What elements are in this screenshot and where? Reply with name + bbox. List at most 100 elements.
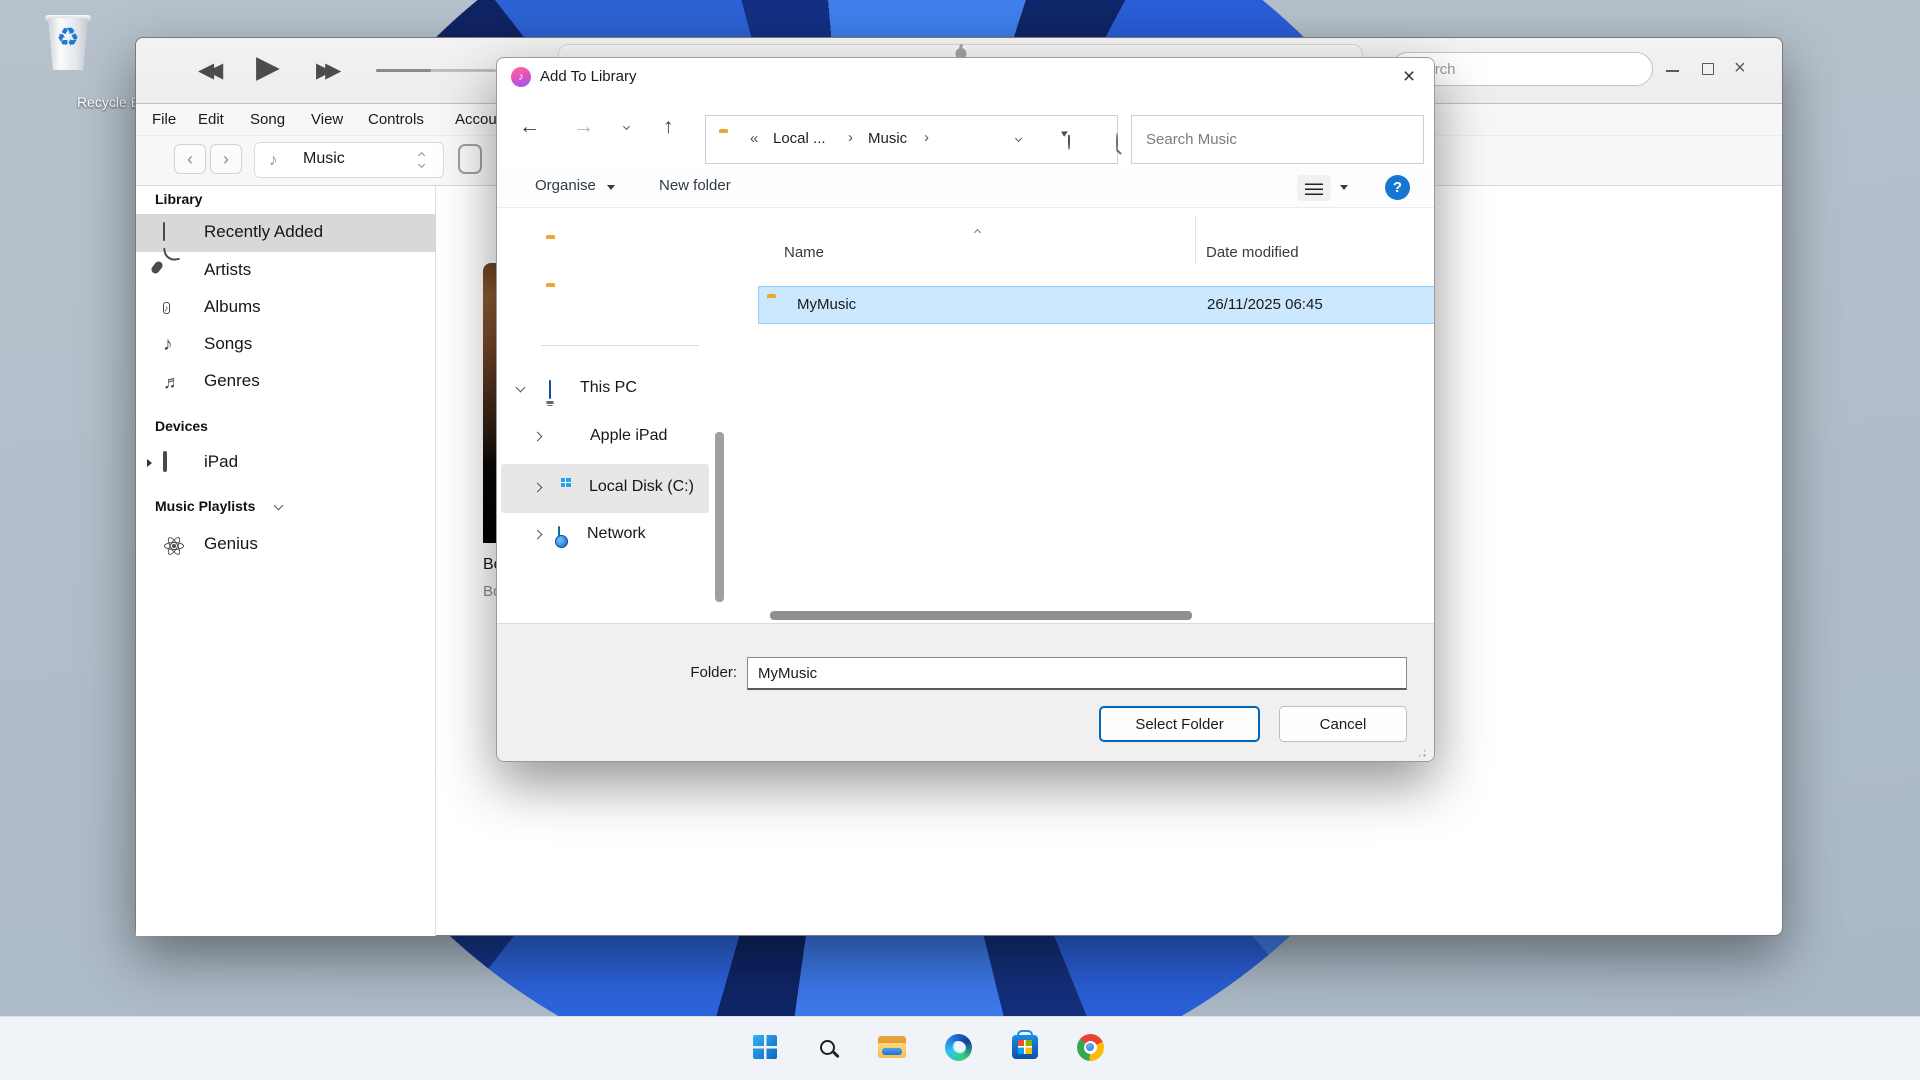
ipad-icon	[163, 451, 167, 472]
spinner-down-icon	[418, 161, 425, 168]
column-divider[interactable]	[1195, 216, 1196, 264]
expand-arrow-icon[interactable]	[147, 459, 152, 467]
cancel-button[interactable]: Cancel	[1279, 706, 1407, 742]
genres-guitars-icon: ♬	[163, 372, 187, 392]
up-button[interactable]: ↑	[663, 116, 674, 137]
tree-scrollbar[interactable]	[715, 432, 724, 602]
file-name: MyMusic	[797, 296, 856, 313]
forward-button[interactable]: →	[573, 116, 594, 137]
dialog-search-input[interactable]	[1132, 116, 1423, 163]
select-folder-button[interactable]: Select Folder	[1099, 706, 1260, 742]
address-bar[interactable]: « Local ... › Music ›	[705, 115, 1118, 164]
view-dropdown-icon[interactable]	[1340, 185, 1348, 190]
menu-view[interactable]: View	[311, 111, 343, 128]
folder-tree-panel: This PC Apple iPad Local Disk (C:) Netwo…	[497, 208, 737, 616]
chrome-button[interactable]	[1066, 1023, 1114, 1071]
tree-item-local-disk[interactable]: Local Disk (C:)	[501, 464, 709, 513]
library-forward-button[interactable]: ›	[210, 144, 242, 174]
menu-controls[interactable]: Controls	[368, 111, 424, 128]
search-icon	[820, 1040, 835, 1055]
this-pc-icon	[549, 380, 551, 399]
address-dropdown-icon[interactable]	[1015, 135, 1022, 142]
sidebar-item-ipad[interactable]: iPad	[136, 444, 436, 482]
edge-button[interactable]	[934, 1023, 982, 1071]
breadcrumb-parent[interactable]: Local ...	[773, 130, 826, 147]
miniplayer-icon[interactable]	[458, 144, 482, 174]
tree-item-this-pc[interactable]: This PC	[497, 370, 737, 410]
microsoft-store-icon	[1012, 1035, 1038, 1059]
file-row-mymusic[interactable]: MyMusic 26/11/2025 06:45	[758, 286, 1435, 324]
expand-icon[interactable]	[533, 483, 543, 493]
network-icon	[558, 526, 560, 545]
breadcrumb-separator-icon: ›	[924, 129, 929, 146]
sidebar-item-artists[interactable]: Artists	[136, 252, 436, 290]
organise-dropdown-icon[interactable]	[607, 185, 615, 190]
sidebar-item-genres[interactable]: ♬ Genres	[136, 363, 436, 401]
view-mode-button[interactable]	[1297, 175, 1331, 201]
sidebar-item-genius[interactable]: Genius	[136, 526, 436, 564]
playlists-section-header: Music Playlists	[155, 498, 255, 514]
menu-account[interactable]: Accou	[455, 111, 497, 128]
tree-divider	[541, 345, 699, 346]
playlists-collapse-icon[interactable]	[274, 501, 284, 511]
menu-song[interactable]: Song	[250, 111, 285, 128]
play-button[interactable]: ▶	[256, 51, 280, 82]
new-folder-button[interactable]: New folder	[659, 177, 731, 194]
media-type-selector[interactable]: ♪ Music	[254, 142, 444, 178]
sidebar-item-recently-added[interactable]: Recently Added	[136, 214, 436, 252]
recycle-bin-icon[interactable]: ♻ Recycle Bin	[22, 10, 114, 114]
file-explorer-button[interactable]	[868, 1023, 916, 1071]
column-header-name[interactable]: Name	[784, 244, 824, 261]
itunes-app-icon: ♪	[511, 67, 531, 87]
breadcrumb-current[interactable]: Music	[868, 130, 907, 147]
refresh-icon[interactable]	[1068, 131, 1070, 150]
tree-item-apple-ipad[interactable]: Apple iPad	[497, 418, 737, 458]
file-explorer-icon	[878, 1036, 906, 1058]
dialog-footer: Folder: Select Folder Cancel	[497, 623, 1434, 762]
collapse-icon[interactable]	[516, 383, 526, 393]
chrome-icon	[1077, 1034, 1104, 1061]
spinner-up-icon	[418, 152, 425, 159]
sort-ascending-icon	[974, 229, 981, 236]
expand-icon[interactable]	[533, 432, 543, 442]
tree-item-network[interactable]: Network	[497, 516, 737, 556]
back-button[interactable]: ←	[519, 116, 540, 137]
help-button[interactable]: ?	[1385, 175, 1410, 200]
folder-field-label: Folder:	[637, 664, 737, 681]
dialog-command-bar: Organise New folder ?	[497, 168, 1434, 208]
next-track-button[interactable]: ▶▶	[316, 60, 334, 81]
music-note-icon: ♪	[269, 150, 278, 170]
itunes-sidebar: Library Recently Added Artists ♪ Albums …	[136, 186, 436, 936]
devices-section-header: Devices	[155, 418, 208, 434]
media-type-value: Music	[303, 150, 345, 168]
dialog-close-button[interactable]: ×	[1395, 64, 1423, 90]
menu-file[interactable]: File	[152, 111, 176, 128]
breadcrumb-separator-icon: ›	[848, 129, 853, 146]
sidebar-item-label: Artists	[204, 260, 251, 280]
expand-icon[interactable]	[533, 530, 543, 540]
recent-locations-icon[interactable]	[623, 123, 630, 130]
microsoft-store-button[interactable]	[1001, 1023, 1049, 1071]
sidebar-item-albums[interactable]: ♪ Albums	[136, 289, 436, 327]
library-back-button[interactable]: ‹	[174, 144, 206, 174]
tree-item-label: This PC	[580, 379, 637, 397]
sidebar-item-songs[interactable]: ♪ Songs	[136, 326, 436, 364]
column-header-date-modified[interactable]: Date modified	[1206, 244, 1299, 261]
start-button[interactable]	[741, 1023, 789, 1071]
maximize-button[interactable]	[1702, 63, 1714, 75]
horizontal-scrollbar[interactable]	[770, 611, 1192, 620]
folder-name-input[interactable]	[747, 657, 1407, 690]
recycle-symbol-icon: ♻	[22, 24, 114, 50]
window-close-button[interactable]: ×	[1734, 58, 1746, 78]
list-view-icon	[1305, 181, 1323, 195]
tree-item-label: Network	[587, 525, 646, 543]
breadcrumb-overflow[interactable]: «	[750, 130, 758, 147]
minimize-button[interactable]	[1666, 70, 1679, 72]
menu-edit[interactable]: Edit	[198, 111, 224, 128]
previous-track-button[interactable]: ◀◀	[198, 60, 216, 81]
taskbar-search-button[interactable]	[803, 1023, 851, 1071]
dialog-title: Add To Library	[540, 68, 636, 85]
organise-button[interactable]: Organise	[535, 177, 596, 194]
dialog-navigation-bar: ← → ↑ « Local ... › Music ›	[497, 96, 1434, 168]
file-date-modified: 26/11/2025 06:45	[1207, 296, 1323, 313]
